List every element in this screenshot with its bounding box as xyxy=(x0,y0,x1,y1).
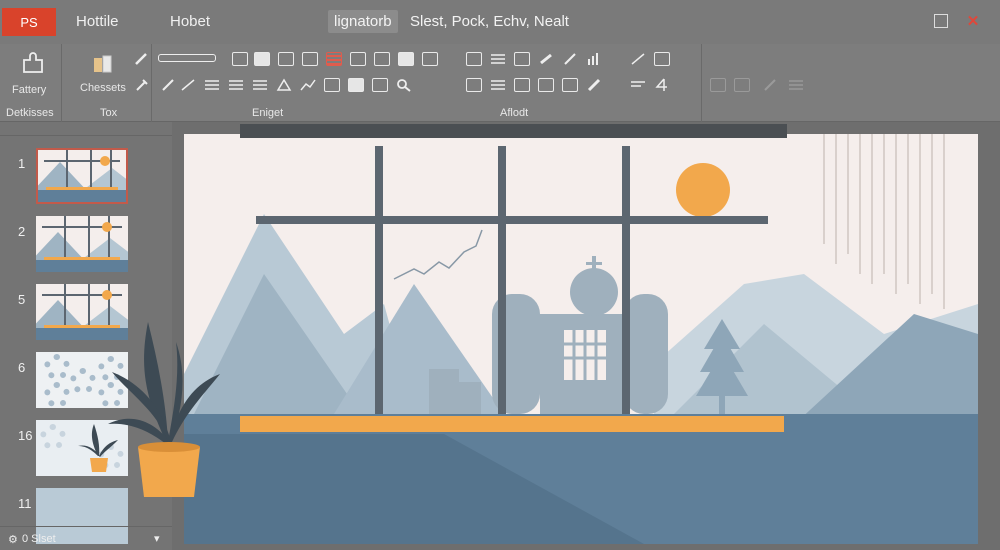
tool-icon-7[interactable] xyxy=(374,52,390,66)
settings-icon[interactable]: ⚙ xyxy=(8,533,18,546)
slide-top-bar xyxy=(240,124,787,138)
slide-count: 0 Slset xyxy=(22,533,56,545)
presentation-app: PS Hottile Hobet lignatorb Slest, Pock, … xyxy=(0,0,1000,550)
pot-rim xyxy=(138,442,200,452)
tool-icon-1[interactable] xyxy=(232,52,248,66)
ribbon-group-aflodt: Aflodt xyxy=(456,44,702,122)
tool-icon-2[interactable] xyxy=(254,52,270,66)
tool-icon-a13[interactable] xyxy=(562,78,578,92)
ribbon-group-disabled xyxy=(702,44,822,122)
tool-icon-4[interactable] xyxy=(302,52,318,66)
slide-thumbnail[interactable] xyxy=(36,148,128,204)
size-slider[interactable] xyxy=(158,54,216,62)
brush-icon[interactable] xyxy=(134,52,148,66)
tool-icon-19[interactable] xyxy=(372,78,388,92)
title-bar: PS Hottile Hobet lignatorb Slest, Pock, … xyxy=(0,0,1000,44)
slide-number: 5 xyxy=(18,292,26,307)
ribbon-group-label-tox: Tox xyxy=(100,107,118,119)
puzzle-icon[interactable] xyxy=(20,50,46,76)
slide-number: 16 xyxy=(18,428,33,443)
menu-item-hobet[interactable]: Hobet xyxy=(170,13,210,30)
close-icon[interactable]: ✕ xyxy=(964,12,982,30)
window-sill xyxy=(240,416,784,432)
slides-panel-footer: ⚙ 0 Slset ▾ xyxy=(0,526,172,550)
tool-icon-a1[interactable] xyxy=(466,52,482,66)
wrap-icon[interactable] xyxy=(630,78,646,92)
slide-illustration xyxy=(184,134,978,544)
slide-canvas[interactable] xyxy=(184,134,978,544)
lines-icon[interactable] xyxy=(490,78,506,92)
highlight-lines-icon[interactable] xyxy=(326,52,342,66)
bar-chart-icon[interactable] xyxy=(586,52,602,66)
align-icon-2[interactable] xyxy=(228,78,244,92)
tool-icon-17[interactable] xyxy=(324,78,340,92)
shape-icon[interactable] xyxy=(276,78,292,92)
tool-icon-18[interactable] xyxy=(348,78,364,92)
link-icon[interactable] xyxy=(538,52,554,66)
chessets-label: Chessets xyxy=(80,82,126,94)
ribbon-group-label-eniget: Eniget xyxy=(252,107,284,119)
ribbon-group-label-aflodt: Aflodt xyxy=(500,107,529,119)
disabled-list-icon[interactable] xyxy=(788,78,804,92)
tool-icon-a9[interactable] xyxy=(466,78,482,92)
disabled-tool-1[interactable] xyxy=(710,78,726,92)
document-title-tab[interactable]: lignatorb xyxy=(328,10,398,33)
tool-icon-a11[interactable] xyxy=(514,78,530,92)
slide-thumbnail[interactable] xyxy=(36,216,128,272)
slide-number: 2 xyxy=(18,224,26,239)
list-icon[interactable] xyxy=(490,52,506,66)
tool-icon-9[interactable] xyxy=(422,52,438,66)
line-icon[interactable] xyxy=(180,78,196,92)
diagonal-icon[interactable] xyxy=(630,52,646,66)
edit-icon[interactable] xyxy=(562,52,578,66)
tool-icon-a12[interactable] xyxy=(538,78,554,92)
marker-icon[interactable] xyxy=(586,78,602,92)
pencil-icon[interactable] xyxy=(160,78,176,92)
sun xyxy=(676,163,730,217)
document-title: Slest, Pock, Echv, Nealt xyxy=(410,13,569,30)
grid-icon[interactable] xyxy=(514,52,530,66)
chessets-icon[interactable] xyxy=(90,52,116,78)
chevron-down-icon[interactable]: ▾ xyxy=(154,532,160,545)
slides-panel-header xyxy=(0,122,172,136)
search-icon[interactable] xyxy=(396,78,412,92)
gallery-label-2: Detkisses xyxy=(6,107,54,119)
gallery-label-1: Fattery xyxy=(12,84,47,96)
align-icon-1[interactable] xyxy=(204,78,220,92)
pattern-icon[interactable] xyxy=(654,52,670,66)
app-badge[interactable]: PS xyxy=(2,8,56,36)
tool-icon-3[interactable] xyxy=(278,52,294,66)
align-icon-3[interactable] xyxy=(252,78,268,92)
ribbon: Fattery Detkisses Chessets Tox Eniget Af… xyxy=(0,44,1000,122)
pen-icon[interactable] xyxy=(134,78,150,92)
menu-item-hottile[interactable]: Hottile xyxy=(76,13,119,30)
number-icon[interactable] xyxy=(654,78,670,92)
restore-icon[interactable] xyxy=(934,14,948,28)
tool-icon-6[interactable] xyxy=(350,52,366,66)
slide-number: 6 xyxy=(18,360,26,375)
potted-plant xyxy=(108,322,220,497)
chart-line-icon[interactable] xyxy=(300,78,316,92)
ribbon-group-gallery: Fattery Detkisses xyxy=(0,44,62,122)
disabled-tool-2[interactable] xyxy=(734,78,750,92)
slide-number: 11 xyxy=(18,496,32,511)
tool-icon-8[interactable] xyxy=(398,52,414,66)
ribbon-group-eniget: Eniget xyxy=(135,44,452,122)
slide-number: 1 xyxy=(18,156,26,171)
disabled-pen-icon[interactable] xyxy=(762,78,778,92)
flower-pot xyxy=(138,447,200,497)
